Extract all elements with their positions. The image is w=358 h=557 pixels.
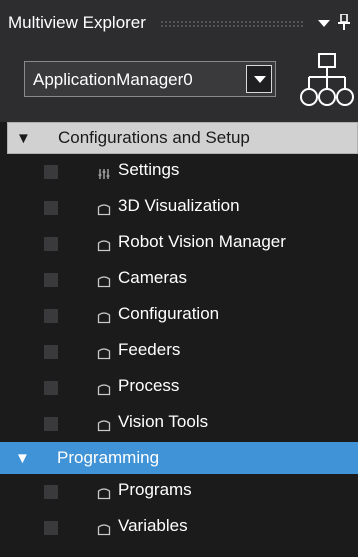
tree-item-label: Cameras	[118, 268, 187, 287]
folder-icon	[97, 204, 111, 216]
tree-item-process[interactable]: Process	[0, 370, 358, 406]
tree-item-vision-tools[interactable]: Vision Tools	[0, 406, 358, 442]
tree-item-label: Variables	[118, 516, 188, 535]
folder-icon	[97, 240, 111, 252]
item-checkbox[interactable]	[44, 521, 58, 535]
tree-item-configuration[interactable]: Configuration	[0, 298, 358, 334]
multiview-explorer-panel: Multiview Explorer ApplicationManager0 ▼…	[0, 0, 358, 557]
item-checkbox[interactable]	[44, 345, 58, 359]
hierarchy-icon[interactable]	[300, 52, 354, 108]
project-toolbar: ApplicationManager0	[0, 46, 358, 122]
settings-icon	[98, 169, 110, 179]
explorer-tree: ▼ Configurations and Setup Settings 3D V…	[0, 122, 358, 546]
pin-icon[interactable]	[334, 12, 354, 33]
tree-item-label: Configuration	[118, 304, 220, 323]
tree-item-settings[interactable]: Settings	[0, 154, 358, 190]
tree-item-label: 3D Visualization	[118, 196, 240, 215]
group-label: Configurations and Setup	[58, 128, 250, 147]
expanded-arrow-icon[interactable]: ▼	[16, 130, 38, 147]
group-configurations-and-setup[interactable]: ▼ Configurations and Setup	[7, 122, 358, 154]
folder-icon	[97, 312, 111, 324]
item-checkbox[interactable]	[44, 165, 58, 179]
tree-item-feeders[interactable]: Feeders	[0, 334, 358, 370]
tree-item-3d-visualization[interactable]: 3D Visualization	[0, 190, 358, 226]
tree-item-variables[interactable]: Variables	[0, 510, 358, 546]
tree-item-label: Robot Vision Manager	[118, 232, 286, 251]
tree-item-label: Programs	[118, 480, 192, 499]
folder-icon	[97, 384, 111, 396]
folder-icon	[97, 524, 111, 536]
group-label: Programming	[57, 448, 160, 467]
folder-icon	[97, 348, 111, 360]
group-programming[interactable]: ▼ Programming	[0, 442, 358, 474]
drag-grip[interactable]	[159, 19, 304, 27]
tree-item-label: Vision Tools	[118, 412, 209, 431]
item-checkbox[interactable]	[44, 417, 58, 431]
panel-title-bar[interactable]: Multiview Explorer	[0, 0, 358, 46]
project-select-dropdown-button[interactable]	[246, 65, 272, 93]
panel-title: Multiview Explorer	[8, 13, 146, 32]
item-checkbox[interactable]	[44, 201, 58, 215]
tree-item-label: Feeders	[118, 340, 181, 359]
item-checkbox[interactable]	[44, 309, 58, 323]
item-checkbox[interactable]	[44, 273, 58, 287]
tree-item-cameras[interactable]: Cameras	[0, 262, 358, 298]
item-checkbox[interactable]	[44, 485, 58, 499]
tree-item-programs[interactable]: Programs	[0, 474, 358, 510]
project-select-value: ApplicationManager0	[33, 70, 193, 89]
tree-item-robot-vision-manager[interactable]: Robot Vision Manager	[0, 226, 358, 262]
expanded-arrow-icon[interactable]: ▼	[15, 450, 37, 467]
tree-item-label: Settings	[118, 160, 180, 179]
chevron-down-icon[interactable]	[314, 16, 334, 31]
folder-icon	[97, 488, 111, 500]
item-checkbox[interactable]	[44, 237, 58, 251]
folder-icon	[97, 420, 111, 432]
item-checkbox[interactable]	[44, 381, 58, 395]
tree-item-label: Process	[118, 376, 180, 395]
project-select[interactable]: ApplicationManager0	[24, 61, 276, 97]
folder-icon	[97, 276, 111, 288]
